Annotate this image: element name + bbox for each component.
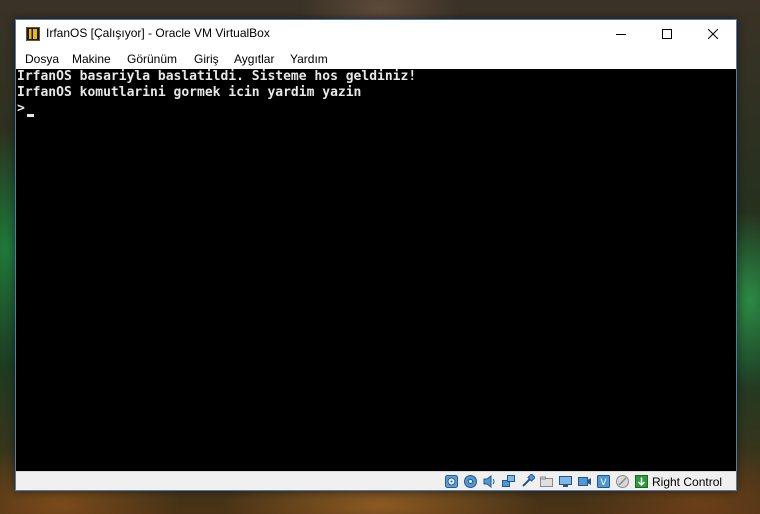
audio-icon[interactable] (482, 474, 497, 489)
host-key-label: Right Control (652, 475, 723, 489)
network-icon[interactable] (501, 474, 516, 489)
menu-makine[interactable]: Makine (72, 52, 111, 66)
close-icon (708, 29, 718, 39)
recording-icon[interactable] (577, 474, 592, 489)
svg-text:V: V (600, 478, 607, 488)
menu-giris[interactable]: Giriş (194, 52, 219, 66)
vm-console-screen[interactable]: IrfanOS basariyla baslatildi. Sisteme ho… (16, 69, 736, 471)
optical-drive-icon[interactable] (463, 474, 478, 489)
minimize-button[interactable] (598, 20, 644, 48)
menu-gorunum[interactable]: Görünüm (127, 52, 177, 66)
console-line: IrfanOS basariyla baslatildi. Sisteme ho… (17, 69, 417, 84)
minimize-icon (616, 34, 626, 35)
virtualbox-icon (26, 27, 40, 41)
keyboard-capture-icon[interactable] (634, 474, 649, 489)
virtualization-icon[interactable]: V (596, 474, 611, 489)
console-prompt: > (17, 101, 25, 116)
close-button[interactable] (690, 20, 736, 48)
status-bar: V Right Control (16, 471, 736, 490)
hard-disk-icon[interactable] (444, 474, 459, 489)
window-title: IrfanOS [Çalışıyor] - Oracle VM VirtualB… (46, 26, 270, 40)
maximize-icon (662, 29, 672, 39)
title-bar[interactable]: IrfanOS [Çalışıyor] - Oracle VM VirtualB… (16, 20, 736, 48)
menu-yardim[interactable]: Yardım (290, 52, 328, 66)
maximize-button[interactable] (644, 20, 690, 48)
usb-icon[interactable] (520, 474, 535, 489)
text-cursor (27, 114, 34, 117)
display-icon[interactable] (558, 474, 573, 489)
menu-dosya[interactable]: Dosya (25, 52, 59, 66)
shared-folders-icon[interactable] (539, 474, 554, 489)
console-line: IrfanOS komutlarini gormek icin yardim y… (17, 85, 362, 100)
menu-aygitlar[interactable]: Aygıtlar (234, 52, 274, 66)
menu-bar: Dosya Makine Görünüm Giriş Aygıtlar Yard… (16, 48, 736, 69)
mouse-integration-icon[interactable] (615, 474, 630, 489)
virtualbox-window: IrfanOS [Çalışıyor] - Oracle VM VirtualB… (15, 19, 737, 491)
